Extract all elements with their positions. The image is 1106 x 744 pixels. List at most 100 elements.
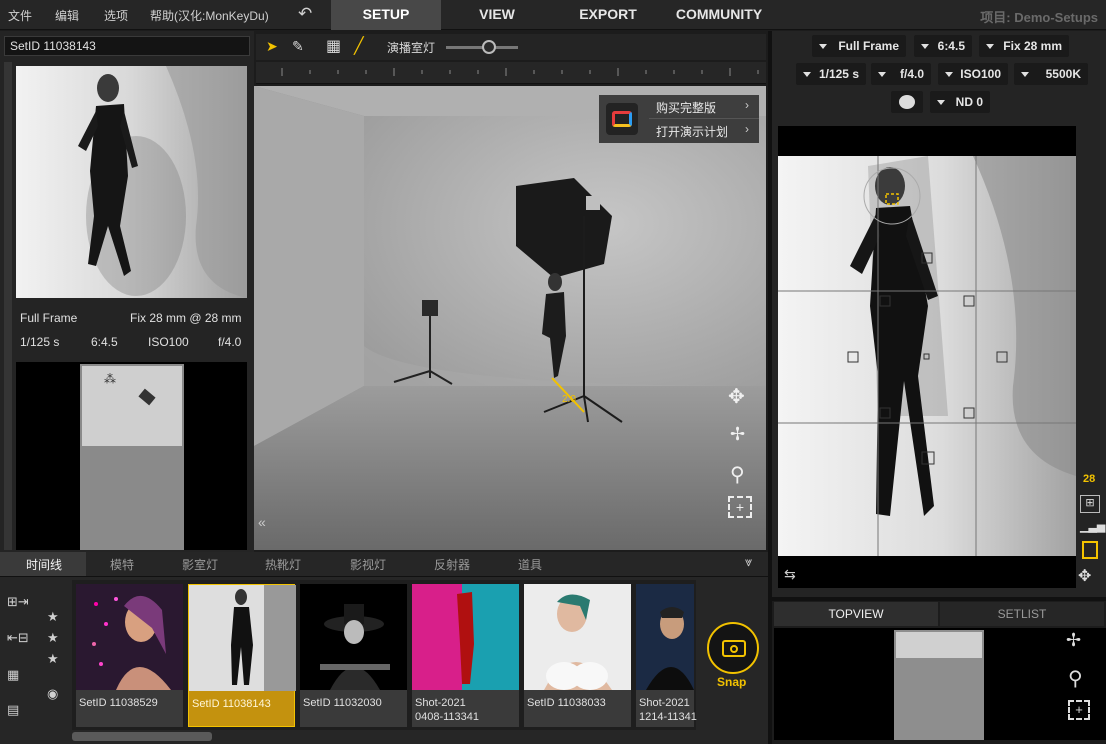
topview-backdrop bbox=[896, 632, 982, 658]
thumbnail-image bbox=[524, 584, 631, 690]
undo-icon[interactable]: ↶ bbox=[298, 4, 312, 24]
fit-view-icon[interactable]: + bbox=[728, 496, 752, 518]
tab-topview[interactable]: TOPVIEW bbox=[774, 602, 938, 626]
camera-icon bbox=[722, 640, 746, 657]
ruler-icon[interactable]: ✎ bbox=[292, 38, 304, 55]
thumbnail-caption: SetID 11032030 bbox=[303, 697, 382, 709]
thumbnail-image bbox=[300, 584, 407, 690]
open-demo-plan-label: 打开演示计划 bbox=[656, 125, 729, 139]
star-icon[interactable]: ★ bbox=[47, 609, 59, 625]
whitebalance-dropdown[interactable]: 5500K bbox=[1014, 63, 1088, 85]
tab-export[interactable]: EXPORT bbox=[556, 0, 660, 30]
chevron-right-icon: › bbox=[745, 122, 749, 136]
orbit-icon[interactable]: ✥ bbox=[728, 384, 745, 409]
thumbnail-card[interactable]: Shot-2021 0408-113341 bbox=[412, 584, 519, 727]
star-icon[interactable]: ★ bbox=[47, 651, 59, 667]
histogram-icon[interactable]: ▁▃▅ bbox=[1080, 520, 1105, 534]
viewport-toolbar: ➤ ✎ ▦ ╱ 演播室灯 bbox=[256, 34, 766, 60]
tab-speedlights[interactable]: 热靴灯 bbox=[265, 556, 301, 573]
topview-panel[interactable]: ✢ ⚲ + bbox=[774, 628, 1106, 740]
topview-fit-icon[interactable]: + bbox=[1068, 700, 1090, 720]
lens-label: Fix 28 mm @ 28 mm bbox=[130, 311, 242, 325]
nd-dropdown[interactable]: ND 0 bbox=[930, 91, 990, 113]
thumbnail-image bbox=[76, 584, 183, 690]
composition-icon[interactable]: ⊞ bbox=[1080, 495, 1100, 513]
project-label: 项目: Demo-Setups bbox=[980, 10, 1098, 25]
setid-field[interactable]: SetID 11038143 bbox=[4, 36, 250, 56]
tab-studio-lights[interactable]: 影室灯 bbox=[182, 556, 218, 573]
frame-icon[interactable] bbox=[1082, 541, 1098, 559]
filter-icon bbox=[899, 95, 915, 109]
thumbnail-caption: SetID 11038033 bbox=[527, 697, 606, 709]
ratio-dropdown[interactable]: 6:4.5 bbox=[914, 35, 972, 57]
thumbnail-card-selected[interactable]: SetID 11038143 bbox=[188, 584, 296, 727]
sensor-label: Full Frame bbox=[20, 311, 78, 325]
menu-file[interactable]: 文件 bbox=[8, 7, 32, 24]
menu-options[interactable]: 选项 bbox=[104, 7, 128, 24]
buy-full-version-item[interactable]: 购买完整版 › bbox=[649, 95, 759, 119]
snap-button[interactable] bbox=[707, 622, 759, 674]
lens-filter-button[interactable] bbox=[891, 91, 923, 113]
topview-pan-icon[interactable]: ✢ bbox=[1066, 630, 1081, 651]
distance-label: 2.0 bbox=[562, 394, 576, 405]
open-demo-plan-item[interactable]: 打开演示计划 › bbox=[649, 119, 759, 143]
iso-dropdown[interactable]: ISO100 bbox=[938, 63, 1008, 85]
tab-timeline[interactable]: 时间线 bbox=[26, 556, 62, 573]
timeline-export-icon[interactable]: ▤ bbox=[7, 702, 19, 718]
buy-full-version-label: 购买完整版 bbox=[656, 101, 717, 115]
tab-setlist[interactable]: SETLIST bbox=[940, 602, 1104, 626]
collapse-down-icon[interactable]: ⩔ bbox=[745, 554, 752, 570]
sensor-dropdown[interactable]: Full Frame bbox=[812, 35, 906, 57]
tab-setup[interactable]: SETUP bbox=[331, 0, 441, 30]
thumbnail-card[interactable]: SetID 11038529 bbox=[76, 584, 183, 727]
thumbnail-card[interactable]: SetID 11038033 bbox=[524, 584, 631, 727]
studio-viewport[interactable]: 2.0 bbox=[254, 86, 766, 550]
snap-label: Snap bbox=[717, 675, 747, 689]
thumbnail-card[interactable]: SetID 11032030 bbox=[300, 584, 407, 727]
aperture-dropdown[interactable]: f/4.0 bbox=[871, 63, 931, 85]
chevron-right-icon: › bbox=[745, 98, 749, 112]
pan-icon[interactable]: ✢ bbox=[730, 424, 745, 445]
thumbnail-caption: SetID 11038529 bbox=[79, 697, 158, 709]
camera-letterbox-bottom bbox=[778, 556, 1076, 588]
menu-edit[interactable]: 编辑 bbox=[55, 7, 79, 24]
tab-models[interactable]: 模特 bbox=[110, 556, 134, 573]
timeline-import-icon[interactable]: ⇤⊟ bbox=[7, 630, 29, 646]
lens-dropdown[interactable]: Fix 28 mm bbox=[979, 35, 1069, 57]
horizontal-splitter[interactable] bbox=[772, 597, 1106, 601]
thumbnail-caption: Shot-2021 1214-11341 bbox=[639, 697, 697, 723]
thumbnail-caption: SetID 11038143 bbox=[192, 698, 271, 710]
timeline-add-icon[interactable]: ⊞⇥ bbox=[7, 594, 29, 610]
select-arrow-icon[interactable]: ➤ bbox=[266, 38, 278, 55]
shutter-label: 1/125 s bbox=[20, 335, 60, 349]
camera-view[interactable] bbox=[778, 156, 1076, 556]
vertical-splitter[interactable] bbox=[768, 31, 772, 744]
thumbnail-card[interactable]: Shot-2021 1214-11341 bbox=[636, 584, 697, 727]
line-icon[interactable]: ╱ bbox=[354, 36, 364, 56]
tab-view[interactable]: VIEW bbox=[445, 0, 549, 30]
star-icon[interactable]: ★ bbox=[47, 630, 59, 646]
tab-props[interactable]: 道具 bbox=[518, 556, 542, 573]
timeline-new-icon[interactable]: ▦ bbox=[7, 667, 19, 683]
grid-icon[interactable]: ▦ bbox=[326, 36, 341, 56]
timeline-scrollbar[interactable] bbox=[72, 732, 212, 741]
swap-icon[interactable]: ⇆ bbox=[784, 566, 796, 583]
topview-zoom-icon[interactable]: ⚲ bbox=[1068, 666, 1083, 691]
collapse-left-icon[interactable]: « bbox=[258, 514, 272, 530]
iso-label: ISO100 bbox=[148, 335, 189, 349]
eye-icon[interactable]: ◉ bbox=[47, 686, 58, 702]
camera-info: Full Frame Fix 28 mm @ 28 mm 1/125 s 6:4… bbox=[0, 306, 254, 356]
thumbnail-image bbox=[636, 584, 694, 690]
mini-light-icon: ⁂ bbox=[104, 372, 116, 386]
zoom-icon[interactable]: ⚲ bbox=[730, 462, 745, 487]
tab-continuous-lights[interactable]: 影视灯 bbox=[350, 556, 386, 573]
camera-letterbox-top bbox=[778, 126, 1076, 156]
tab-reflectors[interactable]: 反射器 bbox=[434, 556, 470, 573]
aperture-label: f/4.0 bbox=[218, 335, 242, 349]
tab-community[interactable]: COMMUNITY bbox=[664, 0, 774, 30]
modeling-light-slider-handle[interactable] bbox=[482, 40, 496, 54]
menu-help[interactable]: 帮助(汉化:MonKeyDu) bbox=[150, 7, 269, 24]
thumbnail-image bbox=[412, 584, 519, 690]
navigate-icon[interactable]: ✥ bbox=[1078, 566, 1091, 586]
shutter-dropdown[interactable]: 1/125 s bbox=[796, 63, 866, 85]
